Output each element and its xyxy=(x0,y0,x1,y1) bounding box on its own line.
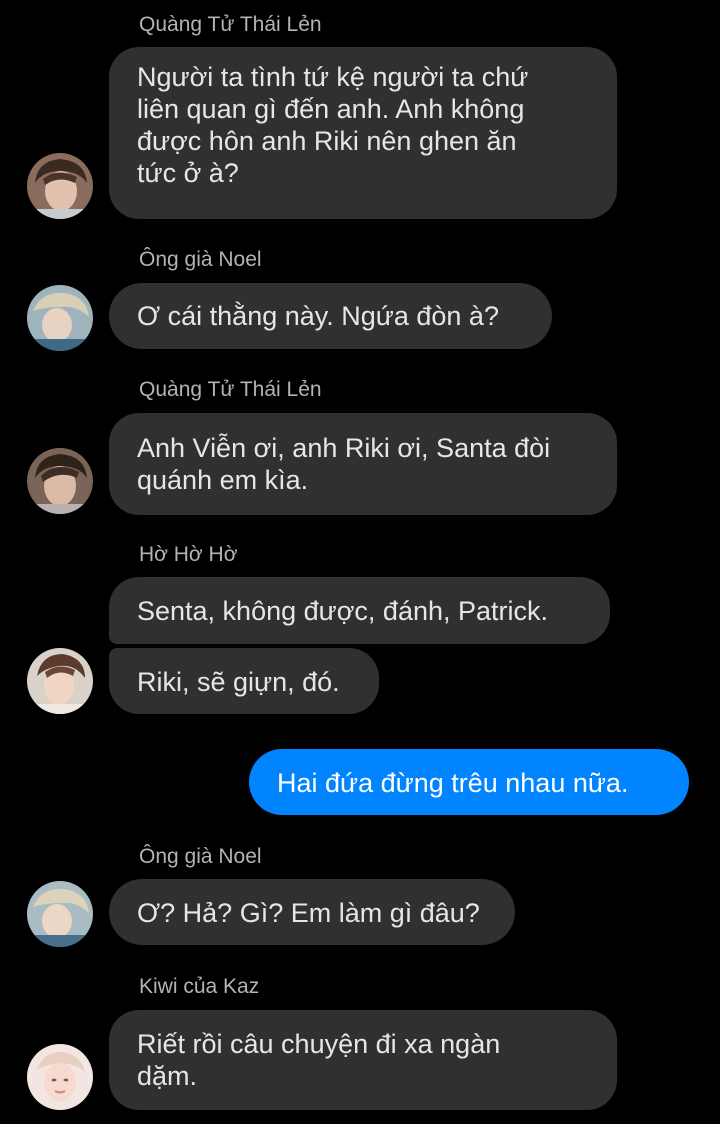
sender-name: Kiwi của Kaz xyxy=(139,975,260,998)
message-bubble[interactable]: Anh Viễn ơi, anh Riki ơi, Santa đòi quán… xyxy=(109,413,617,515)
avatar[interactable] xyxy=(27,648,93,714)
avatar[interactable] xyxy=(27,1044,93,1110)
sender-name: Quàng Tử Thái Lẻn xyxy=(139,378,322,401)
message-bubble[interactable]: Senta, không được, đánh, Patrick. xyxy=(109,577,610,644)
sender-name: Ông già Noel xyxy=(139,845,262,868)
sender-name: Quàng Tử Thái Lẻn xyxy=(139,13,322,36)
message-bubble[interactable]: Người ta tình tứ kệ người ta chứ liên qu… xyxy=(109,47,617,219)
sender-name: Ông già Noel xyxy=(139,248,262,271)
avatar[interactable] xyxy=(27,448,93,514)
chat-thread[interactable]: Quàng Tử Thái Lẻn Người ta tình tứ kệ ng… xyxy=(0,0,720,1124)
outgoing-message-bubble[interactable]: Hai đứa đừng trêu nhau nữa. xyxy=(249,749,689,815)
message-bubble[interactable]: Riết rồi câu chuyện đi xa ngàn dặm. xyxy=(109,1010,617,1110)
avatar[interactable] xyxy=(27,881,93,947)
message-bubble[interactable]: Ơ cái thằng này. Ngứa đòn à? xyxy=(109,283,552,349)
message-bubble[interactable]: Ơ? Hả? Gì? Em làm gì đâu? xyxy=(109,879,515,945)
avatar[interactable] xyxy=(27,153,93,219)
message-bubble[interactable]: Riki, sẽ giựn, đó. xyxy=(109,648,379,714)
sender-name: Hờ Hờ Hờ xyxy=(139,543,238,566)
avatar[interactable] xyxy=(27,285,93,351)
